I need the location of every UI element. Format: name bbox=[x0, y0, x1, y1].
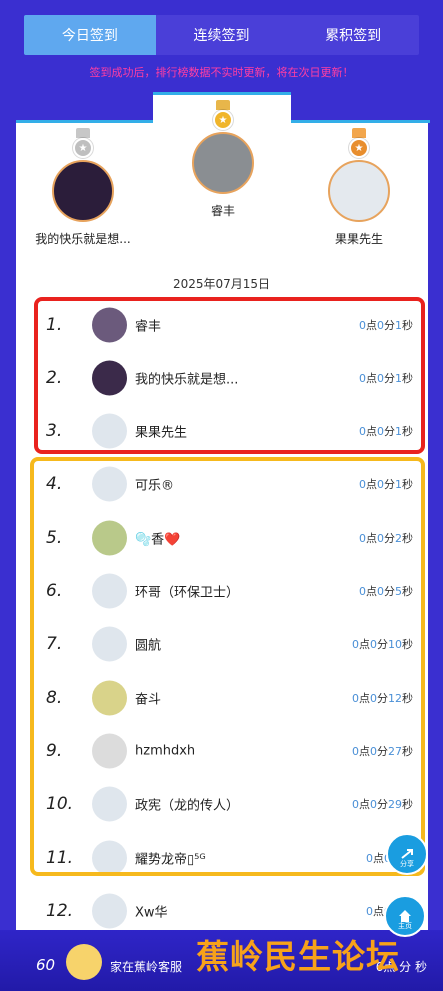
time-value: 0 bbox=[366, 904, 373, 918]
notice-text: 签到成功后，排行榜数据不实时更新，将在次日更新！ bbox=[89, 66, 354, 79]
bronze-medal-icon: ★ bbox=[348, 128, 370, 158]
my-rank: 60 bbox=[36, 956, 56, 974]
tab-bar: 今日签到 连续签到 累积签到 bbox=[24, 15, 419, 55]
share-label: 分享 bbox=[400, 860, 414, 868]
podium-name: 果果先生 bbox=[334, 232, 383, 246]
avatar bbox=[52, 160, 114, 222]
my-name: 家在蕉岭客服 bbox=[110, 960, 183, 974]
podium-right-bg bbox=[290, 120, 430, 125]
share-button[interactable]: 分享 bbox=[386, 833, 428, 875]
podium-left-bg bbox=[16, 120, 156, 125]
tab-consecutive[interactable]: 连续签到 bbox=[156, 15, 288, 55]
podium-third[interactable]: ★ 果果先生 bbox=[304, 128, 414, 247]
avatar bbox=[192, 132, 254, 194]
time-unit: 点 bbox=[373, 904, 384, 918]
home-label: 主页 bbox=[398, 922, 412, 930]
date-label: 2025年07月15日 bbox=[172, 277, 271, 291]
podium-name: 我的快乐就是想... bbox=[35, 232, 131, 246]
home-button[interactable]: 主页 bbox=[384, 895, 426, 937]
highlight-box-others bbox=[30, 457, 425, 876]
gold-medal-icon: ★ bbox=[212, 100, 234, 130]
tab-today[interactable]: 今日签到 bbox=[24, 15, 156, 55]
tab-cumulative[interactable]: 累积签到 bbox=[287, 15, 419, 55]
avatar bbox=[92, 893, 127, 929]
rank-number: 12. bbox=[46, 900, 74, 921]
silver-medal-icon: ★ bbox=[72, 128, 94, 158]
podium-name: 睿丰 bbox=[210, 204, 235, 218]
highlight-box-top3 bbox=[34, 297, 425, 454]
podium-second[interactable]: ★ 我的快乐就是想... bbox=[28, 128, 138, 247]
user-name: Xw华 bbox=[135, 905, 168, 921]
avatar bbox=[328, 160, 390, 222]
watermark-text: 蕉岭民生论坛 bbox=[196, 937, 400, 976]
avatar bbox=[66, 944, 102, 980]
podium-first[interactable]: ★ 睿丰 bbox=[168, 100, 278, 219]
